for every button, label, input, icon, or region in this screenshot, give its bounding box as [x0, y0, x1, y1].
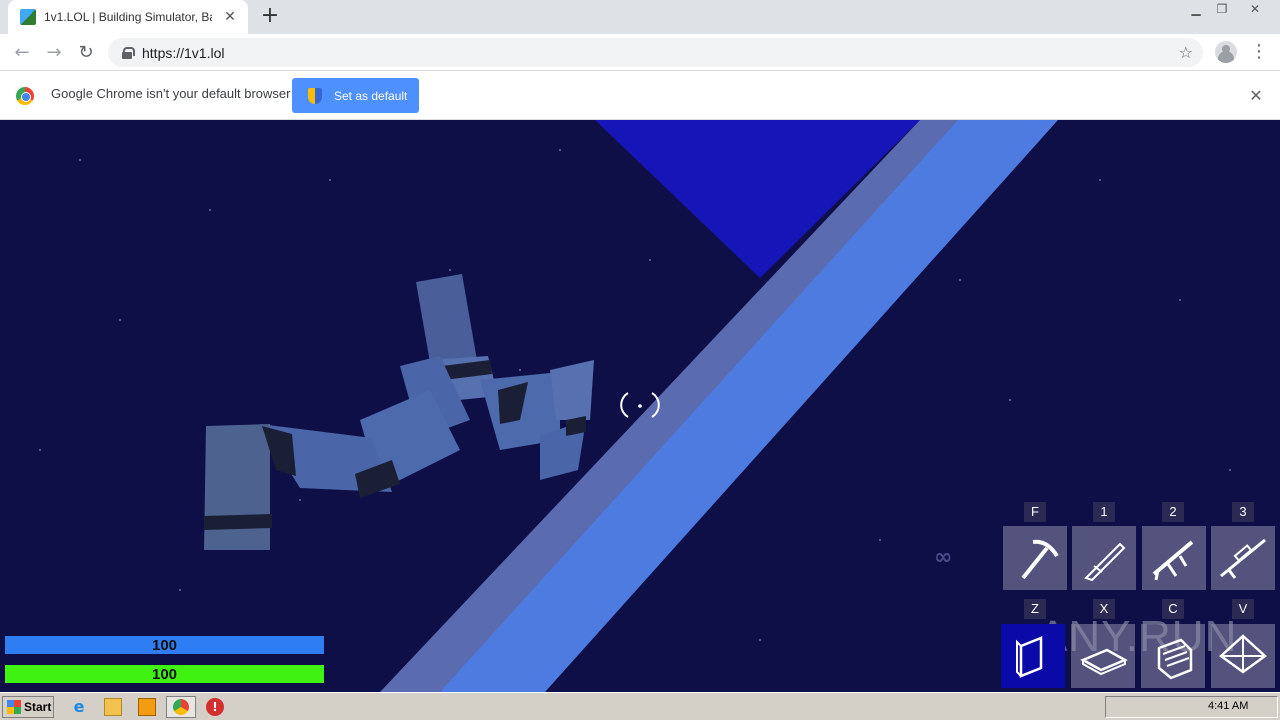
weapon-slot-pickaxe[interactable] — [1003, 526, 1067, 590]
chrome-logo-icon — [16, 87, 34, 105]
build-slot-floor[interactable] — [1071, 624, 1135, 688]
tab-close-icon[interactable]: ✕ — [222, 9, 238, 25]
slot-key-x: X — [1093, 599, 1115, 619]
minimize-icon[interactable]: ▁ — [1184, 0, 1208, 18]
new-tab-button[interactable]: + — [258, 5, 282, 29]
set-as-default-button[interactable]: Set as default — [292, 78, 419, 113]
start-label: Start — [24, 700, 52, 714]
window-close-icon[interactable]: ✕ — [1243, 0, 1267, 18]
url-text[interactable]: https://1v1.lol — [142, 45, 225, 61]
slot-key-v: V — [1232, 599, 1254, 619]
cone-icon — [1219, 634, 1267, 674]
browser-tab[interactable]: 1v1.LOL | Building Simulator, Battle R ✕ — [8, 0, 248, 34]
stairs-icon — [1157, 638, 1193, 680]
uac-shield-icon — [308, 87, 322, 104]
health-bar: 100 — [5, 665, 324, 683]
slot-key-z: Z — [1024, 599, 1046, 619]
wall-icon — [1016, 636, 1043, 678]
chrome-taskbar-button[interactable] — [166, 696, 196, 718]
warning-app-icon[interactable]: ! — [206, 698, 224, 716]
internet-explorer-icon[interactable]: e — [70, 698, 88, 716]
sniper-rifle-icon — [1220, 538, 1266, 579]
slot-key-c: C — [1162, 599, 1184, 619]
infobar-close-icon[interactable]: ✕ — [1246, 86, 1266, 106]
pickaxe-icon — [1021, 539, 1059, 580]
anyrun-watermark: ANY.RUN — [1038, 612, 1238, 661]
game-viewport[interactable]: ANY.RUN — [0, 120, 1280, 692]
site-favicon-icon — [20, 9, 36, 25]
assault-rifle-icon — [1152, 540, 1194, 581]
infobar-message: Google Chrome isn't your default browser — [51, 86, 291, 101]
floor-icon — [1080, 648, 1128, 676]
windows-logo-icon — [7, 700, 21, 714]
reload-icon[interactable]: ↻ — [74, 41, 98, 65]
weapon-slot-assault-rifle[interactable] — [1142, 526, 1206, 590]
build-slot-wall[interactable] — [1001, 624, 1065, 688]
weapon-slot-sniper[interactable] — [1211, 526, 1275, 590]
profile-avatar-icon[interactable] — [1215, 41, 1237, 63]
start-button[interactable]: Start — [2, 696, 54, 718]
build-slot-stairs[interactable] — [1141, 624, 1205, 688]
restore-icon[interactable]: ❐ — [1210, 0, 1234, 18]
address-bar[interactable]: https://1v1.lol ☆ — [108, 38, 1203, 67]
media-player-icon[interactable] — [138, 698, 156, 716]
file-explorer-icon[interactable] — [104, 698, 122, 716]
back-arrow-icon[interactable]: ← — [10, 41, 34, 65]
forward-arrow-icon[interactable]: → — [42, 41, 66, 65]
player-character — [204, 274, 594, 550]
taskbar-clock: 4:41 AM — [1208, 700, 1249, 712]
kebab-menu-icon[interactable]: ⋮ — [1250, 40, 1268, 64]
slot-key-3: 3 — [1232, 502, 1254, 522]
shield-value: 100 — [151, 636, 178, 654]
tab-strip: 1v1.LOL | Building Simulator, Battle R ✕… — [0, 0, 1280, 34]
set-as-default-label: Set as default — [334, 88, 408, 103]
slot-key-2: 2 — [1162, 502, 1184, 522]
bookmark-star-icon[interactable]: ☆ — [1179, 43, 1193, 62]
tab-title: 1v1.LOL | Building Simulator, Battle R — [44, 10, 212, 24]
shield-bar: 100 — [5, 636, 324, 654]
shotgun-icon — [1084, 542, 1126, 582]
chrome-icon — [173, 699, 189, 715]
health-value: 100 — [151, 665, 178, 683]
infinite-ammo-icon: ∞ — [934, 545, 953, 570]
system-tray — [1105, 696, 1278, 718]
browser-toolbar: ← → ↻ https://1v1.lol ☆ — [0, 34, 1280, 71]
lock-icon — [122, 46, 135, 59]
slot-key-1: 1 — [1093, 502, 1115, 522]
build-slot-cone[interactable] — [1211, 624, 1275, 688]
weapon-slot-shotgun[interactable] — [1072, 526, 1136, 590]
windows-taskbar: Start e ! — [0, 692, 1280, 720]
slot-key-f: F — [1024, 502, 1046, 522]
game-scene — [39, 120, 1231, 692]
